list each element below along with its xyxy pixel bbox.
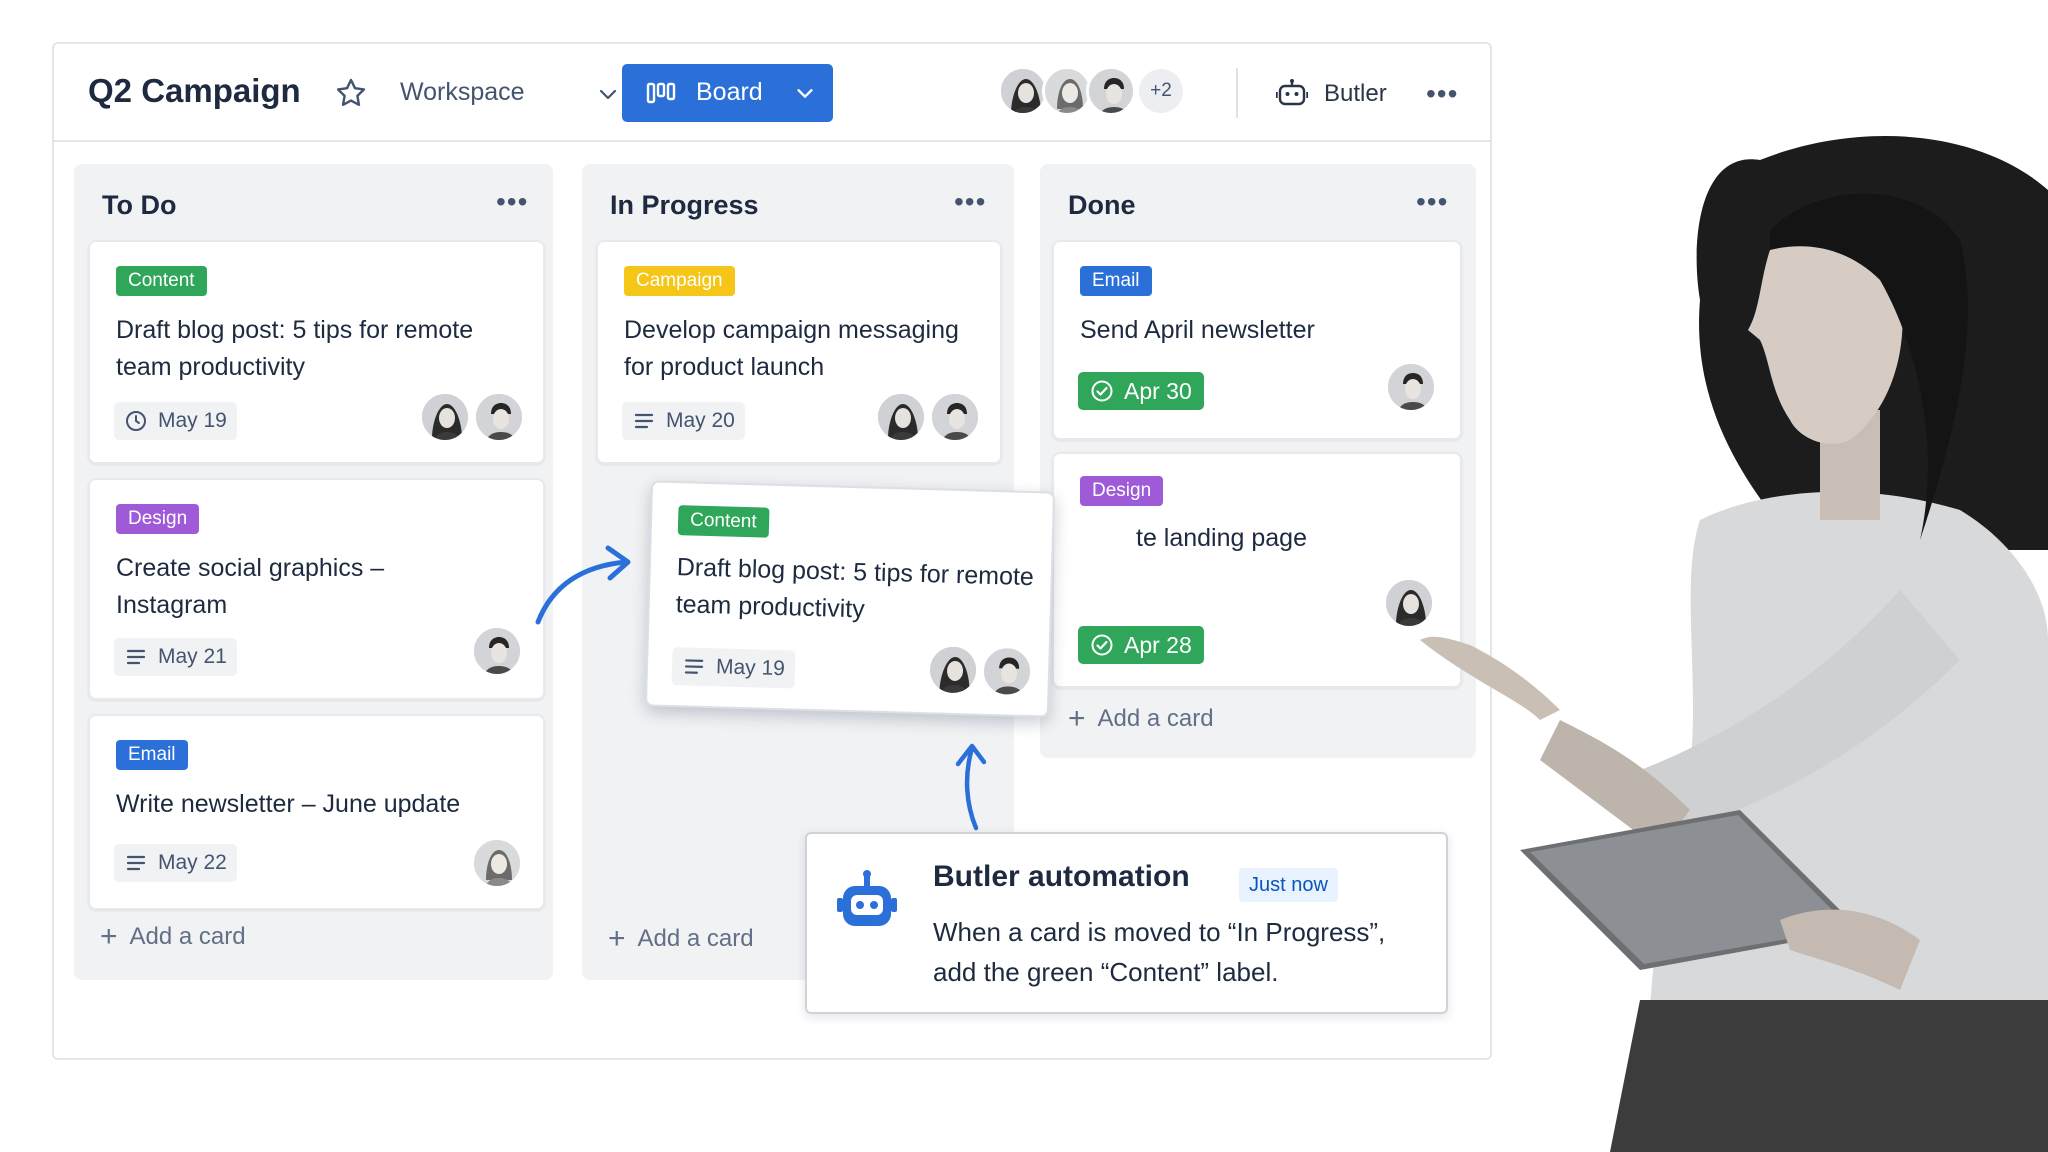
- due-date-text: May 19: [715, 655, 786, 681]
- due-date-text: May 22: [158, 851, 227, 874]
- chevron-down-icon[interactable]: [596, 82, 620, 106]
- due-date-text: May 20: [666, 409, 735, 432]
- list-more-icon[interactable]: •••: [954, 186, 986, 218]
- avatar[interactable]: [472, 626, 522, 676]
- card[interactable]: Email Write newsletter – June update May…: [88, 714, 545, 910]
- card-title: Draft blog post: 5 tips for remote team …: [675, 553, 1035, 624]
- board-icon: [646, 82, 676, 104]
- avatar[interactable]: [420, 392, 470, 442]
- avatar[interactable]: [472, 838, 522, 888]
- avatar[interactable]: [1042, 66, 1092, 116]
- description-icon: [634, 413, 654, 429]
- list-title: In Progress: [610, 190, 759, 220]
- due-date[interactable]: May 19: [671, 647, 796, 689]
- card-label: Content: [116, 266, 207, 296]
- card[interactable]: Design Create social graphics – Instagra…: [88, 478, 545, 700]
- card-title: Develop campaign messaging for product l…: [624, 316, 959, 381]
- card[interactable]: Campaign Develop campaign messaging for …: [596, 240, 1002, 464]
- card-label: Design: [116, 504, 200, 534]
- avatar[interactable]: [927, 644, 979, 696]
- up-arrow-icon: [955, 743, 987, 831]
- due-date[interactable]: May 20: [622, 402, 745, 440]
- due-date[interactable]: May 19: [114, 402, 237, 440]
- description-icon: [684, 659, 704, 674]
- card-label: Content: [677, 505, 770, 538]
- workspace-label[interactable]: Workspace: [400, 78, 525, 107]
- description-icon: [126, 649, 146, 665]
- card-title: Write newsletter – June update: [116, 790, 461, 818]
- description-icon: [126, 855, 146, 871]
- avatar[interactable]: [876, 392, 926, 442]
- extra-members-badge[interactable]: +2: [1136, 66, 1186, 116]
- avatar[interactable]: [998, 66, 1048, 116]
- due-date[interactable]: May 21: [114, 638, 237, 676]
- add-card-button[interactable]: + Add a card: [100, 922, 246, 952]
- more-icon[interactable]: •••: [1426, 78, 1457, 109]
- clock-icon: [126, 411, 146, 431]
- add-card-button[interactable]: + Add a card: [608, 924, 754, 954]
- plus-icon: +: [100, 920, 118, 953]
- avatar[interactable]: [930, 392, 980, 442]
- board-title: Q2 Campaign: [88, 72, 301, 109]
- robot-icon: [837, 870, 897, 926]
- card-label: Campaign: [624, 266, 735, 296]
- card-title: Draft blog post: 5 tips for remote team …: [116, 316, 474, 381]
- due-date-text: May 21: [158, 645, 227, 668]
- plus-icon: +: [608, 922, 626, 955]
- dragged-card[interactable]: Content Draft blog post: 5 tips for remo…: [644, 480, 1056, 718]
- butler-button-label[interactable]: Butler: [1324, 80, 1387, 108]
- add-card-label: Add a card: [129, 923, 246, 950]
- due-date[interactable]: May 22: [114, 844, 237, 882]
- card-label: Email: [116, 740, 188, 770]
- add-card-label: Add a card: [637, 925, 754, 952]
- board-view-button[interactable]: Board: [622, 64, 833, 122]
- list-title: To Do: [102, 190, 177, 220]
- chevron-down-icon: [797, 89, 813, 98]
- drag-arrow-icon: [535, 545, 631, 625]
- card-title: Create social graphics – Instagram: [116, 554, 385, 619]
- header-divider: [1236, 68, 1238, 118]
- due-date-text: May 19: [158, 409, 227, 432]
- board-view-label: Board: [696, 78, 763, 106]
- robot-icon[interactable]: [1276, 78, 1308, 108]
- star-icon[interactable]: [334, 76, 368, 110]
- list-todo: To Do ••• Content Draft blog post: 5 tip…: [74, 164, 553, 980]
- card[interactable]: Content Draft blog post: 5 tips for remo…: [88, 240, 545, 464]
- avatar[interactable]: [1086, 66, 1136, 116]
- list-more-icon[interactable]: •••: [496, 186, 528, 218]
- avatar[interactable]: [474, 392, 524, 442]
- person-illustration: [1420, 136, 2048, 1152]
